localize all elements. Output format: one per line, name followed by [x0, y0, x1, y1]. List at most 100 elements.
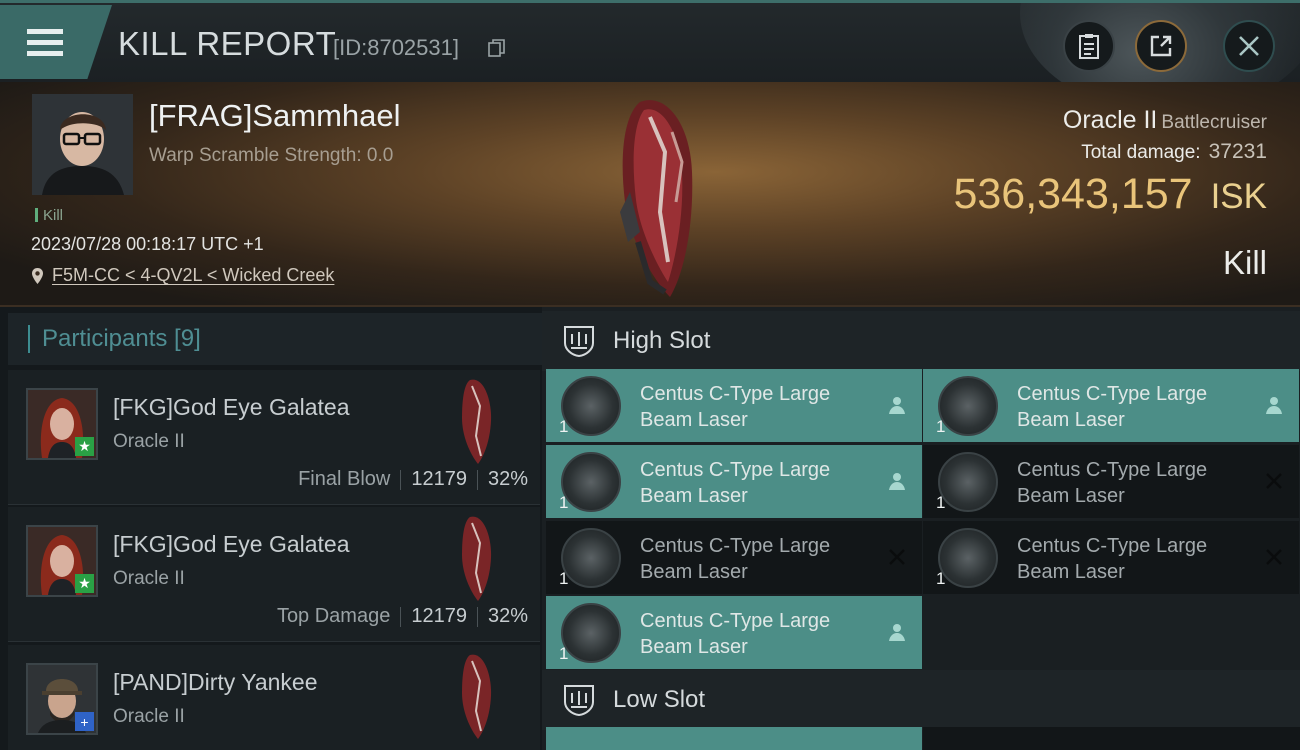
participant-damage: 12179	[411, 468, 467, 490]
participant-ship-icon	[462, 379, 492, 464]
low-slot-header: Low Slot	[542, 670, 1300, 730]
plus-badge-icon: +	[75, 712, 94, 731]
module-quantity: 1	[559, 493, 569, 512]
destroyed-icon	[1266, 549, 1282, 565]
participant-percent: 32%	[487, 605, 528, 627]
module-slot[interactable]: 1 Centus C-Type Large Beam Laser	[546, 521, 922, 594]
share-icon	[1150, 35, 1172, 57]
module-name: Centus C-Type Large Beam Laser	[640, 610, 831, 658]
laser-module-icon	[938, 376, 998, 436]
high-slot-header: High Slot	[542, 311, 1300, 371]
module-quantity: 1	[936, 417, 946, 436]
module-quantity: 1	[559, 569, 569, 588]
participant-name: [FKG]God Eye Galatea	[113, 531, 350, 557]
participant-ship: Oracle II	[113, 431, 185, 452]
module-slot[interactable]	[923, 727, 1300, 750]
share-button[interactable]	[1135, 20, 1187, 72]
low-slot-label: Low Slot	[613, 686, 706, 713]
report-id: [ID:8702531]	[333, 35, 459, 60]
kill-datetime: 2023/07/28 00:18:17 UTC +1	[31, 234, 264, 254]
module-slot[interactable]: 1 Centus C-Type Large Beam Laser	[546, 445, 922, 518]
isk-value: 536,343,157 ISK	[953, 170, 1267, 218]
page-title: KILL REPORT	[118, 25, 337, 62]
participant-role: Final Blow	[298, 468, 391, 490]
location-link[interactable]: F5M-CC < 4-QV2L < Wicked Creek	[52, 265, 334, 286]
module-slot[interactable]: 1 Centus C-Type Large Beam Laser	[923, 445, 1299, 518]
participant-damage: 12179	[411, 605, 467, 627]
victim-avatar	[32, 94, 133, 195]
participant-stats: Top Damage 12179 32%	[277, 605, 528, 628]
pilot-icon	[889, 624, 905, 641]
total-damage: Total damage: 37231	[1081, 140, 1267, 163]
module-name: Centus C-Type Large Beam Laser	[640, 383, 831, 431]
module-name: Centus C-Type Large Beam Laser	[1017, 535, 1208, 583]
warp-scramble-strength: Warp Scramble Strength: 0.0	[149, 145, 394, 166]
kill-tag: Kill	[35, 207, 63, 224]
participant-name: [PAND]Dirty Yankee	[113, 669, 318, 695]
participant-percent: 32%	[487, 468, 528, 490]
participant-ship: Oracle II	[113, 706, 185, 727]
destroyed-icon	[1266, 473, 1282, 489]
victim-ship-name[interactable]: Oracle II Battlecruiser	[1063, 106, 1267, 135]
participant-avatar: ★	[26, 388, 98, 460]
module-slot[interactable]: 1 Centus C-Type Large Beam Laser	[546, 596, 922, 669]
participant-row[interactable]: ★ [FKG]God Eye Galatea Oracle II Final B…	[8, 370, 540, 505]
close-icon	[1239, 36, 1259, 56]
location-pin-icon	[32, 267, 43, 284]
module-quantity: 1	[936, 569, 946, 588]
participant-role: Top Damage	[276, 605, 391, 627]
laser-module-icon	[938, 452, 998, 512]
low-slot-icon	[564, 685, 594, 717]
module-name: Centus C-Type Large Beam Laser	[1017, 459, 1208, 507]
laser-module-icon	[561, 376, 621, 436]
participant-ship-icon	[462, 654, 492, 739]
participant-avatar: +	[26, 663, 98, 735]
fitting-panel: High Slot 1 Centus C-Type Large Beam Lase…	[542, 307, 1300, 750]
module-quantity: 1	[559, 417, 569, 436]
module-slot[interactable]	[546, 727, 922, 750]
star-badge-icon: ★	[75, 437, 94, 456]
module-name: Centus C-Type Large Beam Laser	[640, 535, 831, 583]
pilot-icon	[889, 397, 905, 414]
participant-avatar: ★	[26, 525, 98, 597]
participant-ship-icon	[462, 516, 492, 601]
pilot-icon	[889, 473, 905, 490]
kill-location[interactable]: F5M-CC < 4-QV2L < Wicked Creek	[31, 265, 334, 286]
participant-row[interactable]: + [PAND]Dirty Yankee Oracle II	[8, 645, 540, 750]
laser-module-icon	[561, 528, 621, 588]
menu-tab[interactable]	[0, 5, 112, 79]
laser-module-icon	[561, 452, 621, 512]
star-badge-icon: ★	[75, 574, 94, 593]
participant-ship: Oracle II	[113, 568, 185, 589]
pilot-icon	[1266, 397, 1282, 414]
title-bar: KILL REPORT [ID:8702531]	[0, 0, 1300, 85]
participant-row[interactable]: ★ [FKG]God Eye Galatea Oracle II Top Dam…	[8, 507, 540, 642]
clipboard-icon	[1079, 34, 1099, 59]
module-quantity: 1	[559, 644, 569, 663]
victim-banner: [FRAG]Sammhael Warp Scramble Strength: 0…	[0, 82, 1300, 307]
participants-header[interactable]: Participants [9]	[8, 313, 542, 365]
copy-icon[interactable]	[488, 39, 505, 57]
kill-result: Kill	[1222, 244, 1267, 281]
module-slot[interactable]: 1 Centus C-Type Large Beam Laser	[923, 521, 1299, 594]
victim-ship-image	[620, 100, 693, 297]
module-name: Centus C-Type Large Beam Laser	[640, 459, 831, 507]
module-slot[interactable]: 1 Centus C-Type Large Beam Laser	[546, 369, 922, 442]
destroyed-icon	[889, 549, 905, 565]
participants-panel: Participants [9] ★ [FKG]God Eye Galatea …	[0, 307, 542, 750]
victim-portrait[interactable]	[32, 94, 133, 195]
module-name: Centus C-Type Large Beam Laser	[1017, 383, 1208, 431]
clipboard-button[interactable]	[1063, 20, 1115, 72]
participant-stats: Final Blow 12179 32%	[298, 468, 528, 491]
hamburger-menu-icon[interactable]	[27, 29, 63, 57]
high-slot-label: High Slot	[613, 327, 711, 354]
laser-module-icon	[938, 528, 998, 588]
module-slot[interactable]: 1 Centus C-Type Large Beam Laser	[923, 369, 1299, 442]
laser-module-icon	[561, 603, 621, 663]
close-button[interactable]	[1223, 20, 1275, 72]
ship-class: Battlecruiser	[1161, 112, 1267, 133]
participant-name: [FKG]God Eye Galatea	[113, 394, 350, 420]
module-quantity: 1	[936, 493, 946, 512]
high-slot-icon	[564, 326, 594, 358]
victim-name[interactable]: [FRAG]Sammhael	[149, 98, 401, 134]
